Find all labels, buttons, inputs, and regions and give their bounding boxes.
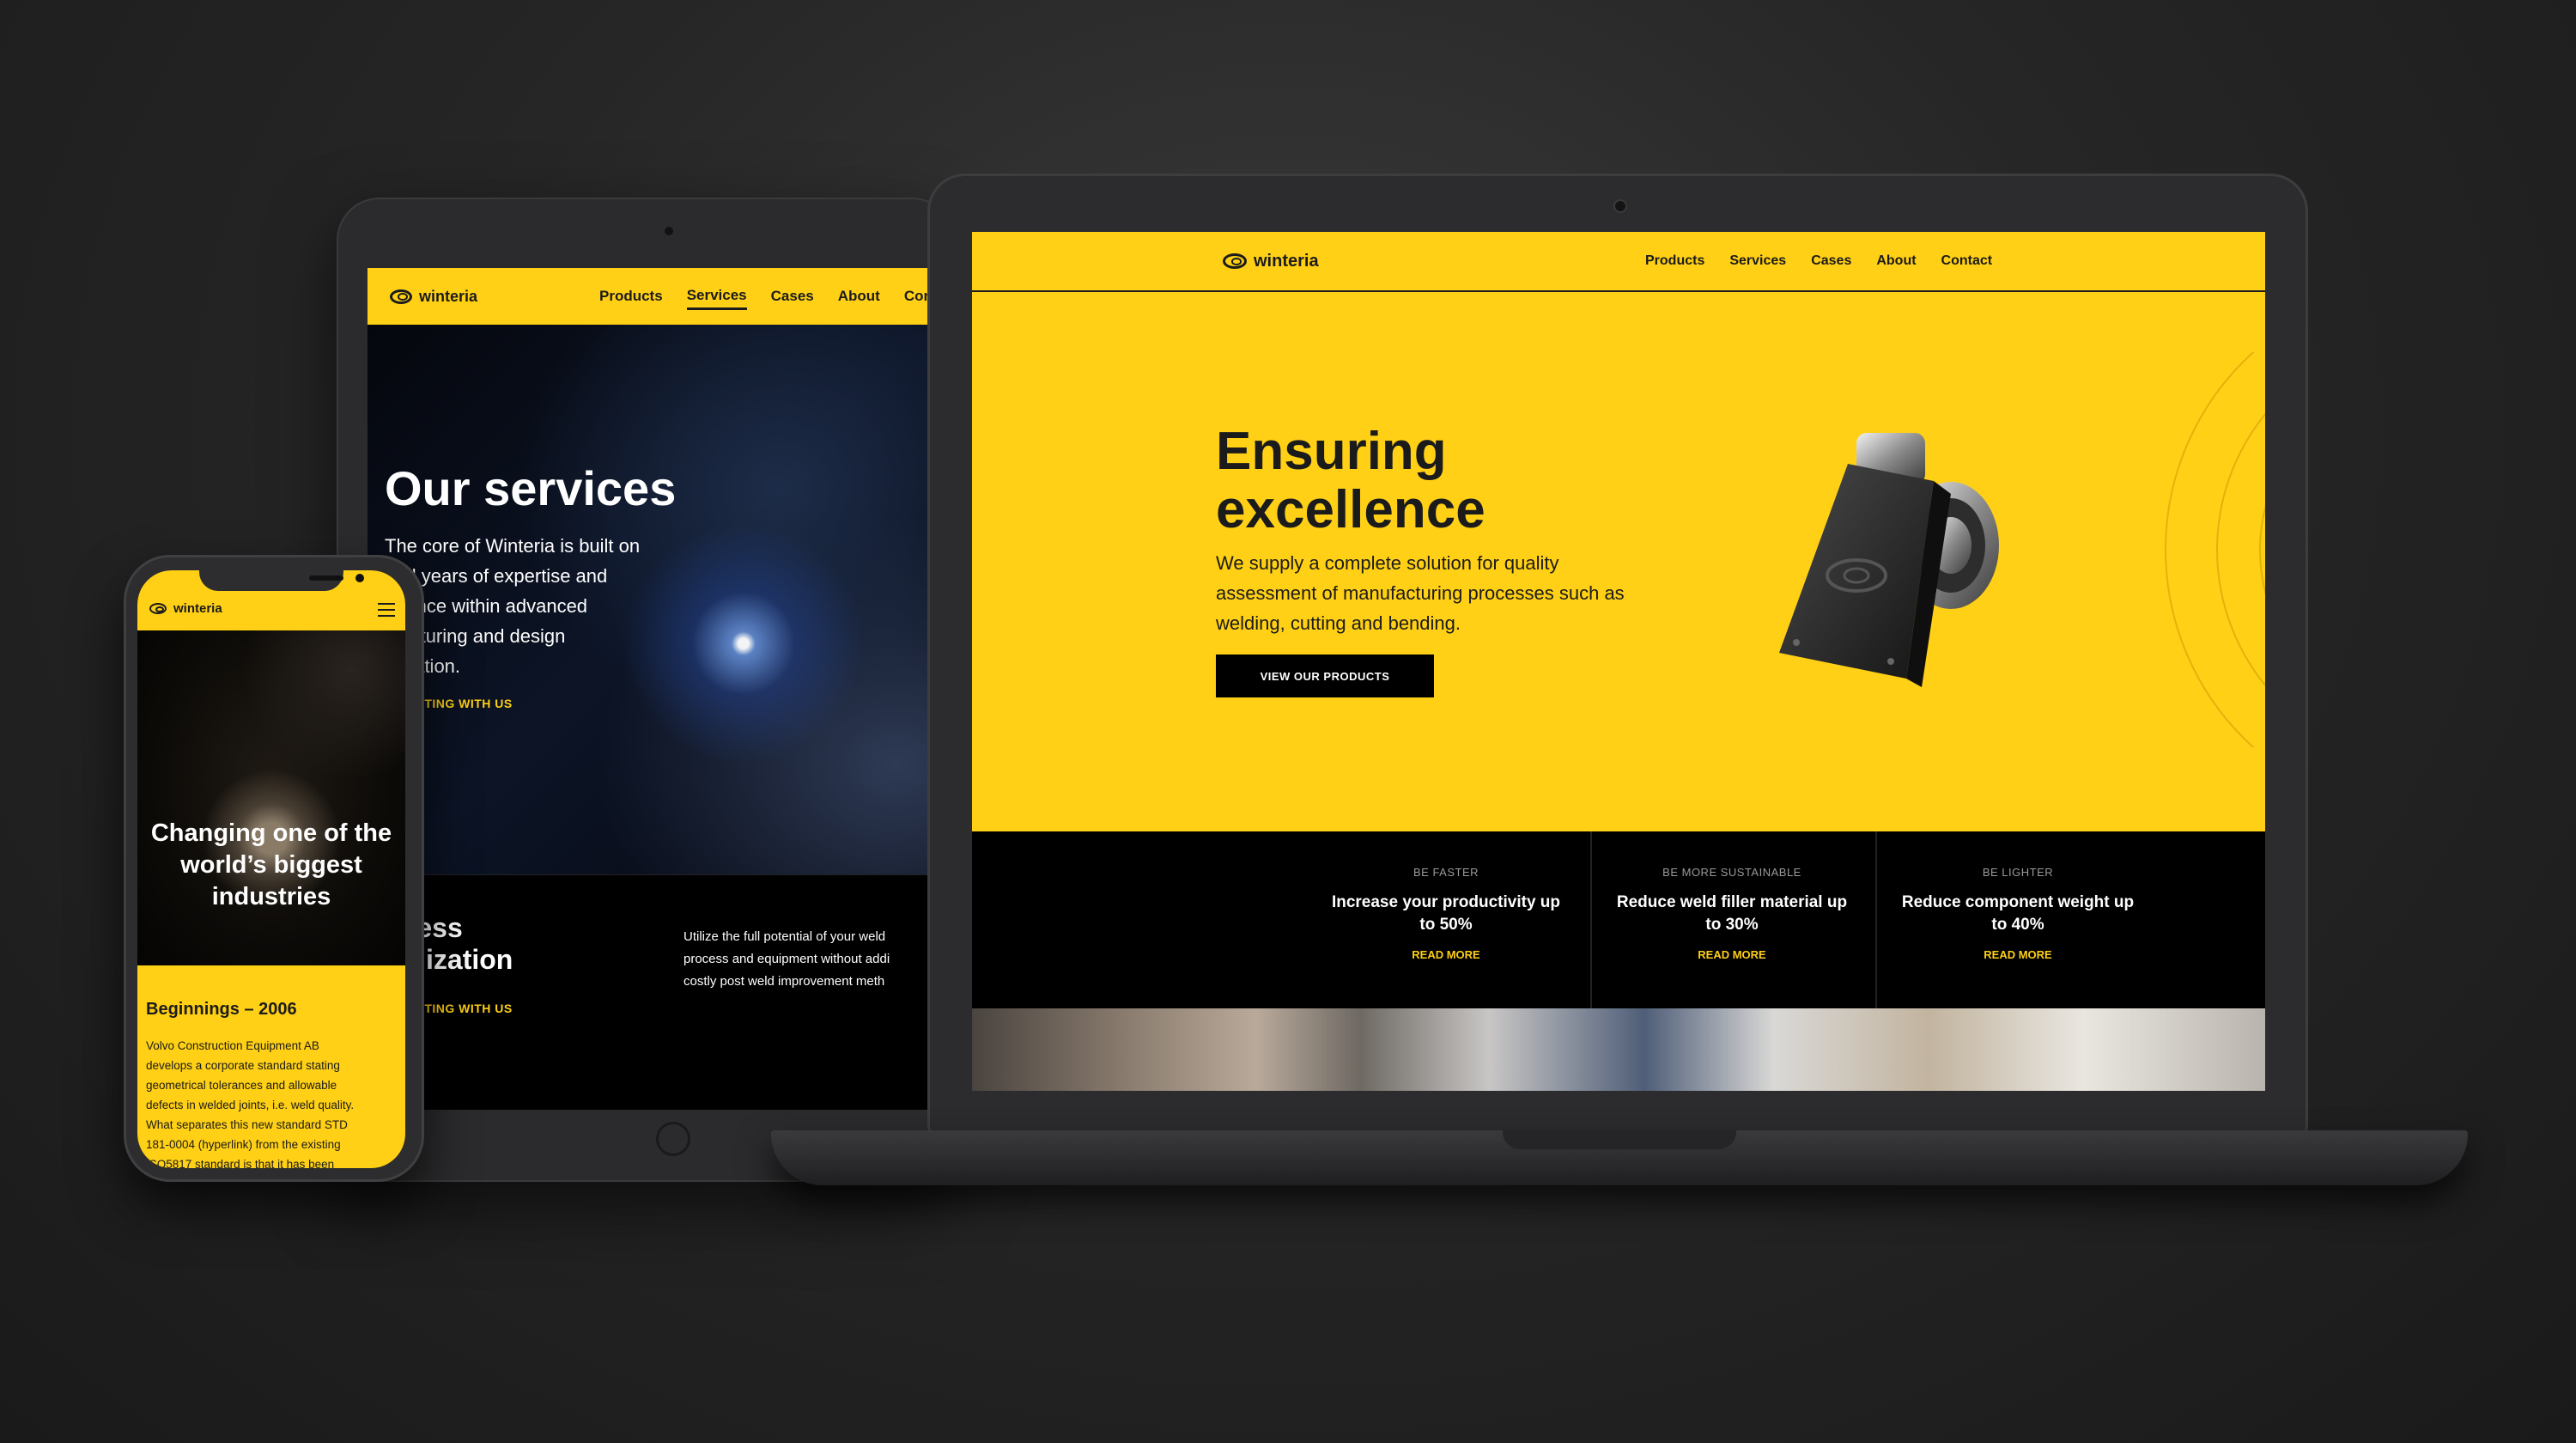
phone-screen: winteria Changing one of the world’s big… bbox=[137, 570, 405, 1168]
laptop-opening-notch bbox=[1503, 1130, 1736, 1149]
tablet-hero-welding-image: Our services The core of Winteria is bui… bbox=[368, 325, 955, 874]
feature-read-more-link[interactable]: READ MORE bbox=[1589, 948, 1874, 961]
tablet-hero-title: Our services bbox=[385, 461, 677, 515]
feature-card[interactable]: BE FASTER Increase your productivity up … bbox=[1303, 831, 1589, 1008]
tablet-section-divider bbox=[368, 874, 955, 875]
feature-read-more-link[interactable]: READ MORE bbox=[1875, 948, 2160, 961]
phone-front-camera bbox=[355, 574, 364, 582]
feature-kicker: BE MORE SUSTAINABLE bbox=[1662, 866, 1801, 879]
laptop-screen: winteria Products Services Cases About C… bbox=[972, 232, 2265, 1091]
feature-title: Increase your productivity up to 50% bbox=[1331, 893, 1561, 934]
feature-kicker: BE FASTER bbox=[1413, 866, 1479, 879]
laptop-nav-services[interactable]: Services bbox=[1729, 253, 1786, 269]
laptop-hero: Ensuring excellence We supply a complete… bbox=[972, 292, 2265, 831]
eye-logo-icon bbox=[390, 289, 412, 304]
tablet-hero-text: The core of Winteria is built on eral ye… bbox=[385, 535, 641, 677]
eye-logo-icon bbox=[1223, 253, 1247, 269]
feature-card[interactable]: BE LIGHTER Reduce component weight up to… bbox=[1875, 831, 2160, 1008]
laptop-nav-cases[interactable]: Cases bbox=[1811, 253, 1851, 269]
laptop-hero-title: Ensuring excellence bbox=[1216, 422, 1485, 539]
sensor-device-image bbox=[1779, 433, 1999, 687]
phone-brand-logo[interactable]: winteria bbox=[149, 601, 222, 616]
laptop-nav-contact[interactable]: Contact bbox=[1941, 253, 1993, 269]
tablet-nav-about[interactable]: About bbox=[838, 288, 880, 305]
feature-card[interactable]: BE MORE SUSTAINABLE Reduce weld filler m… bbox=[1589, 831, 1874, 1008]
tablet-camera bbox=[665, 227, 673, 235]
eye-logo-icon bbox=[149, 603, 167, 614]
phone-device: winteria Changing one of the world’s big… bbox=[124, 555, 424, 1182]
tablet-nav-cases[interactable]: Cases bbox=[771, 288, 814, 305]
laptop-hero-text: We supply a complete solution for qualit… bbox=[1216, 552, 1625, 634]
tablet-section-text: Utilize the full potential of your weld … bbox=[683, 929, 890, 989]
tablet-nav-products[interactable]: Products bbox=[599, 288, 663, 305]
feature-read-more-link[interactable]: READ MORE bbox=[1303, 948, 1589, 961]
tablet-navbar: winteria Products Services Cases About C… bbox=[368, 268, 955, 325]
hamburger-menu-icon[interactable] bbox=[378, 603, 395, 617]
phone-card-title: Beginnings – 2006 bbox=[146, 1000, 297, 1019]
tablet-home-button[interactable] bbox=[656, 1122, 690, 1156]
tablet-brand-name: winteria bbox=[419, 287, 478, 305]
tablet-nav-links: Products Services Cases About Con bbox=[599, 268, 933, 325]
laptop-brand-name: winteria bbox=[1254, 251, 1319, 271]
feature-title: Reduce component weight up to 40% bbox=[1901, 893, 2135, 934]
laptop-lid: winteria Products Services Cases About C… bbox=[927, 174, 2308, 1134]
feature-title: Reduce weld filler material up to 30% bbox=[1616, 893, 1848, 934]
laptop-navbar: winteria Products Services Cases About C… bbox=[972, 232, 2265, 292]
feature-kicker: BE LIGHTER bbox=[1982, 866, 2054, 879]
laptop-base bbox=[771, 1130, 2468, 1185]
laptop-features-strip: BE FASTER Increase your productivity up … bbox=[972, 831, 2265, 1008]
tablet-device: winteria Products Services Cases About C… bbox=[337, 198, 955, 1182]
tablet-screen: winteria Products Services Cases About C… bbox=[368, 268, 955, 1110]
phone-speaker bbox=[309, 575, 343, 581]
phone-brand-name: winteria bbox=[173, 601, 222, 616]
view-products-button[interactable]: VIEW OUR PRODUCTS bbox=[1216, 655, 1434, 697]
tablet-nav-services[interactable]: Services bbox=[686, 283, 747, 310]
phone-card-text: Volvo Construction Equipment AB develops… bbox=[146, 1039, 355, 1168]
phone-notch bbox=[199, 570, 364, 591]
laptop-photo-strip bbox=[972, 1008, 2265, 1091]
laptop-brand-logo[interactable]: winteria bbox=[1223, 232, 1319, 290]
phone-hero-title: Changing one of the world’s biggest indu… bbox=[150, 819, 392, 910]
laptop-camera bbox=[1613, 199, 1627, 213]
tablet-brand-logo[interactable]: winteria bbox=[390, 268, 477, 325]
phone-timeline-card: Beginnings – 2006 Volvo Construction Equ… bbox=[137, 965, 405, 1168]
laptop-nav-about[interactable]: About bbox=[1876, 253, 1916, 269]
phone-hero-image: Changing one of the world’s biggest indu… bbox=[137, 630, 405, 965]
laptop-nav-products[interactable]: Products bbox=[1645, 253, 1704, 269]
laptop-nav-links: Products Services Cases About Contact bbox=[1645, 232, 1992, 290]
